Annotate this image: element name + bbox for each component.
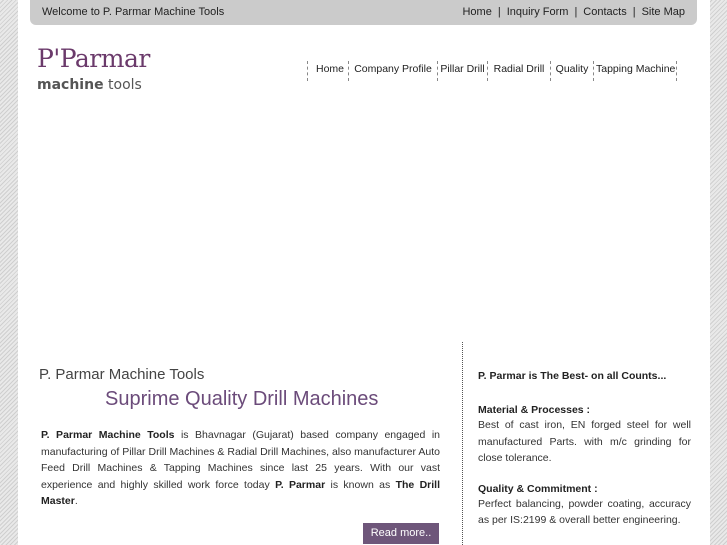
nav-item-tapping-machine[interactable]: Tapping Machine: [594, 61, 677, 81]
side-heading: P. Parmar is The Best- on all Counts...: [478, 370, 667, 382]
intro-paragraph: P. Parmar Machine Tools is Bhavnagar (Gu…: [41, 427, 440, 510]
logo-tagline: machine tools: [37, 77, 142, 93]
side-block-title: Material & Processes :: [478, 404, 591, 416]
top-link-contacts[interactable]: Contacts: [583, 6, 626, 18]
brand-bold: P. Parmar: [275, 478, 326, 491]
intro-subtitle: Suprime Quality Drill Machines: [105, 388, 379, 410]
nav-item-home[interactable]: Home: [308, 61, 349, 81]
intro-text-part2: is known as: [325, 478, 396, 491]
separator: |: [497, 6, 501, 18]
logo-tagline-bold: machine: [37, 77, 104, 93]
top-link-inquiry-form[interactable]: Inquiry Form: [507, 6, 569, 18]
read-more-button[interactable]: Read more..: [363, 523, 439, 544]
side-block-text: Best of cast iron, EN forged steel for w…: [478, 419, 691, 464]
nav-item-pillar-drill[interactable]: Pillar Drill: [438, 61, 488, 81]
nav-item-quality[interactable]: Quality: [551, 61, 594, 81]
main-nav: Home Company Profile Pillar Drill Radial…: [307, 61, 677, 81]
side-block-title: Quality & Commitment :: [478, 482, 598, 495]
logo-tagline-rest: tools: [103, 77, 142, 93]
intro-text-part3: .: [74, 495, 78, 507]
nav-item-radial-drill[interactable]: Radial Drill: [488, 61, 551, 81]
welcome-text: Welcome to P. Parmar Machine Tools: [42, 6, 225, 18]
site-logo[interactable]: P'Parmar machine tools: [37, 44, 172, 94]
company-name-bold: P. Parmar Machine Tools: [41, 429, 175, 441]
top-link-site-map[interactable]: Site Map: [642, 6, 685, 18]
separator: |: [632, 6, 636, 18]
top-link-home[interactable]: Home: [462, 6, 491, 18]
top-bar: Welcome to P. Parmar Machine Tools Home |…: [30, 0, 697, 25]
nav-item-company-profile[interactable]: Company Profile: [349, 61, 438, 81]
intro-title: P. Parmar Machine Tools: [39, 366, 205, 383]
side-panel: P. Parmar is The Best- on all Counts... …: [478, 370, 691, 529]
side-block-text: Perfect balancing, powder coating, accur…: [478, 497, 691, 527]
separator: |: [574, 6, 578, 18]
vertical-divider: [462, 342, 463, 545]
top-links: Home | Inquiry Form | Contacts | Site Map: [462, 6, 685, 18]
logo-brand: P'Parmar: [37, 44, 150, 73]
